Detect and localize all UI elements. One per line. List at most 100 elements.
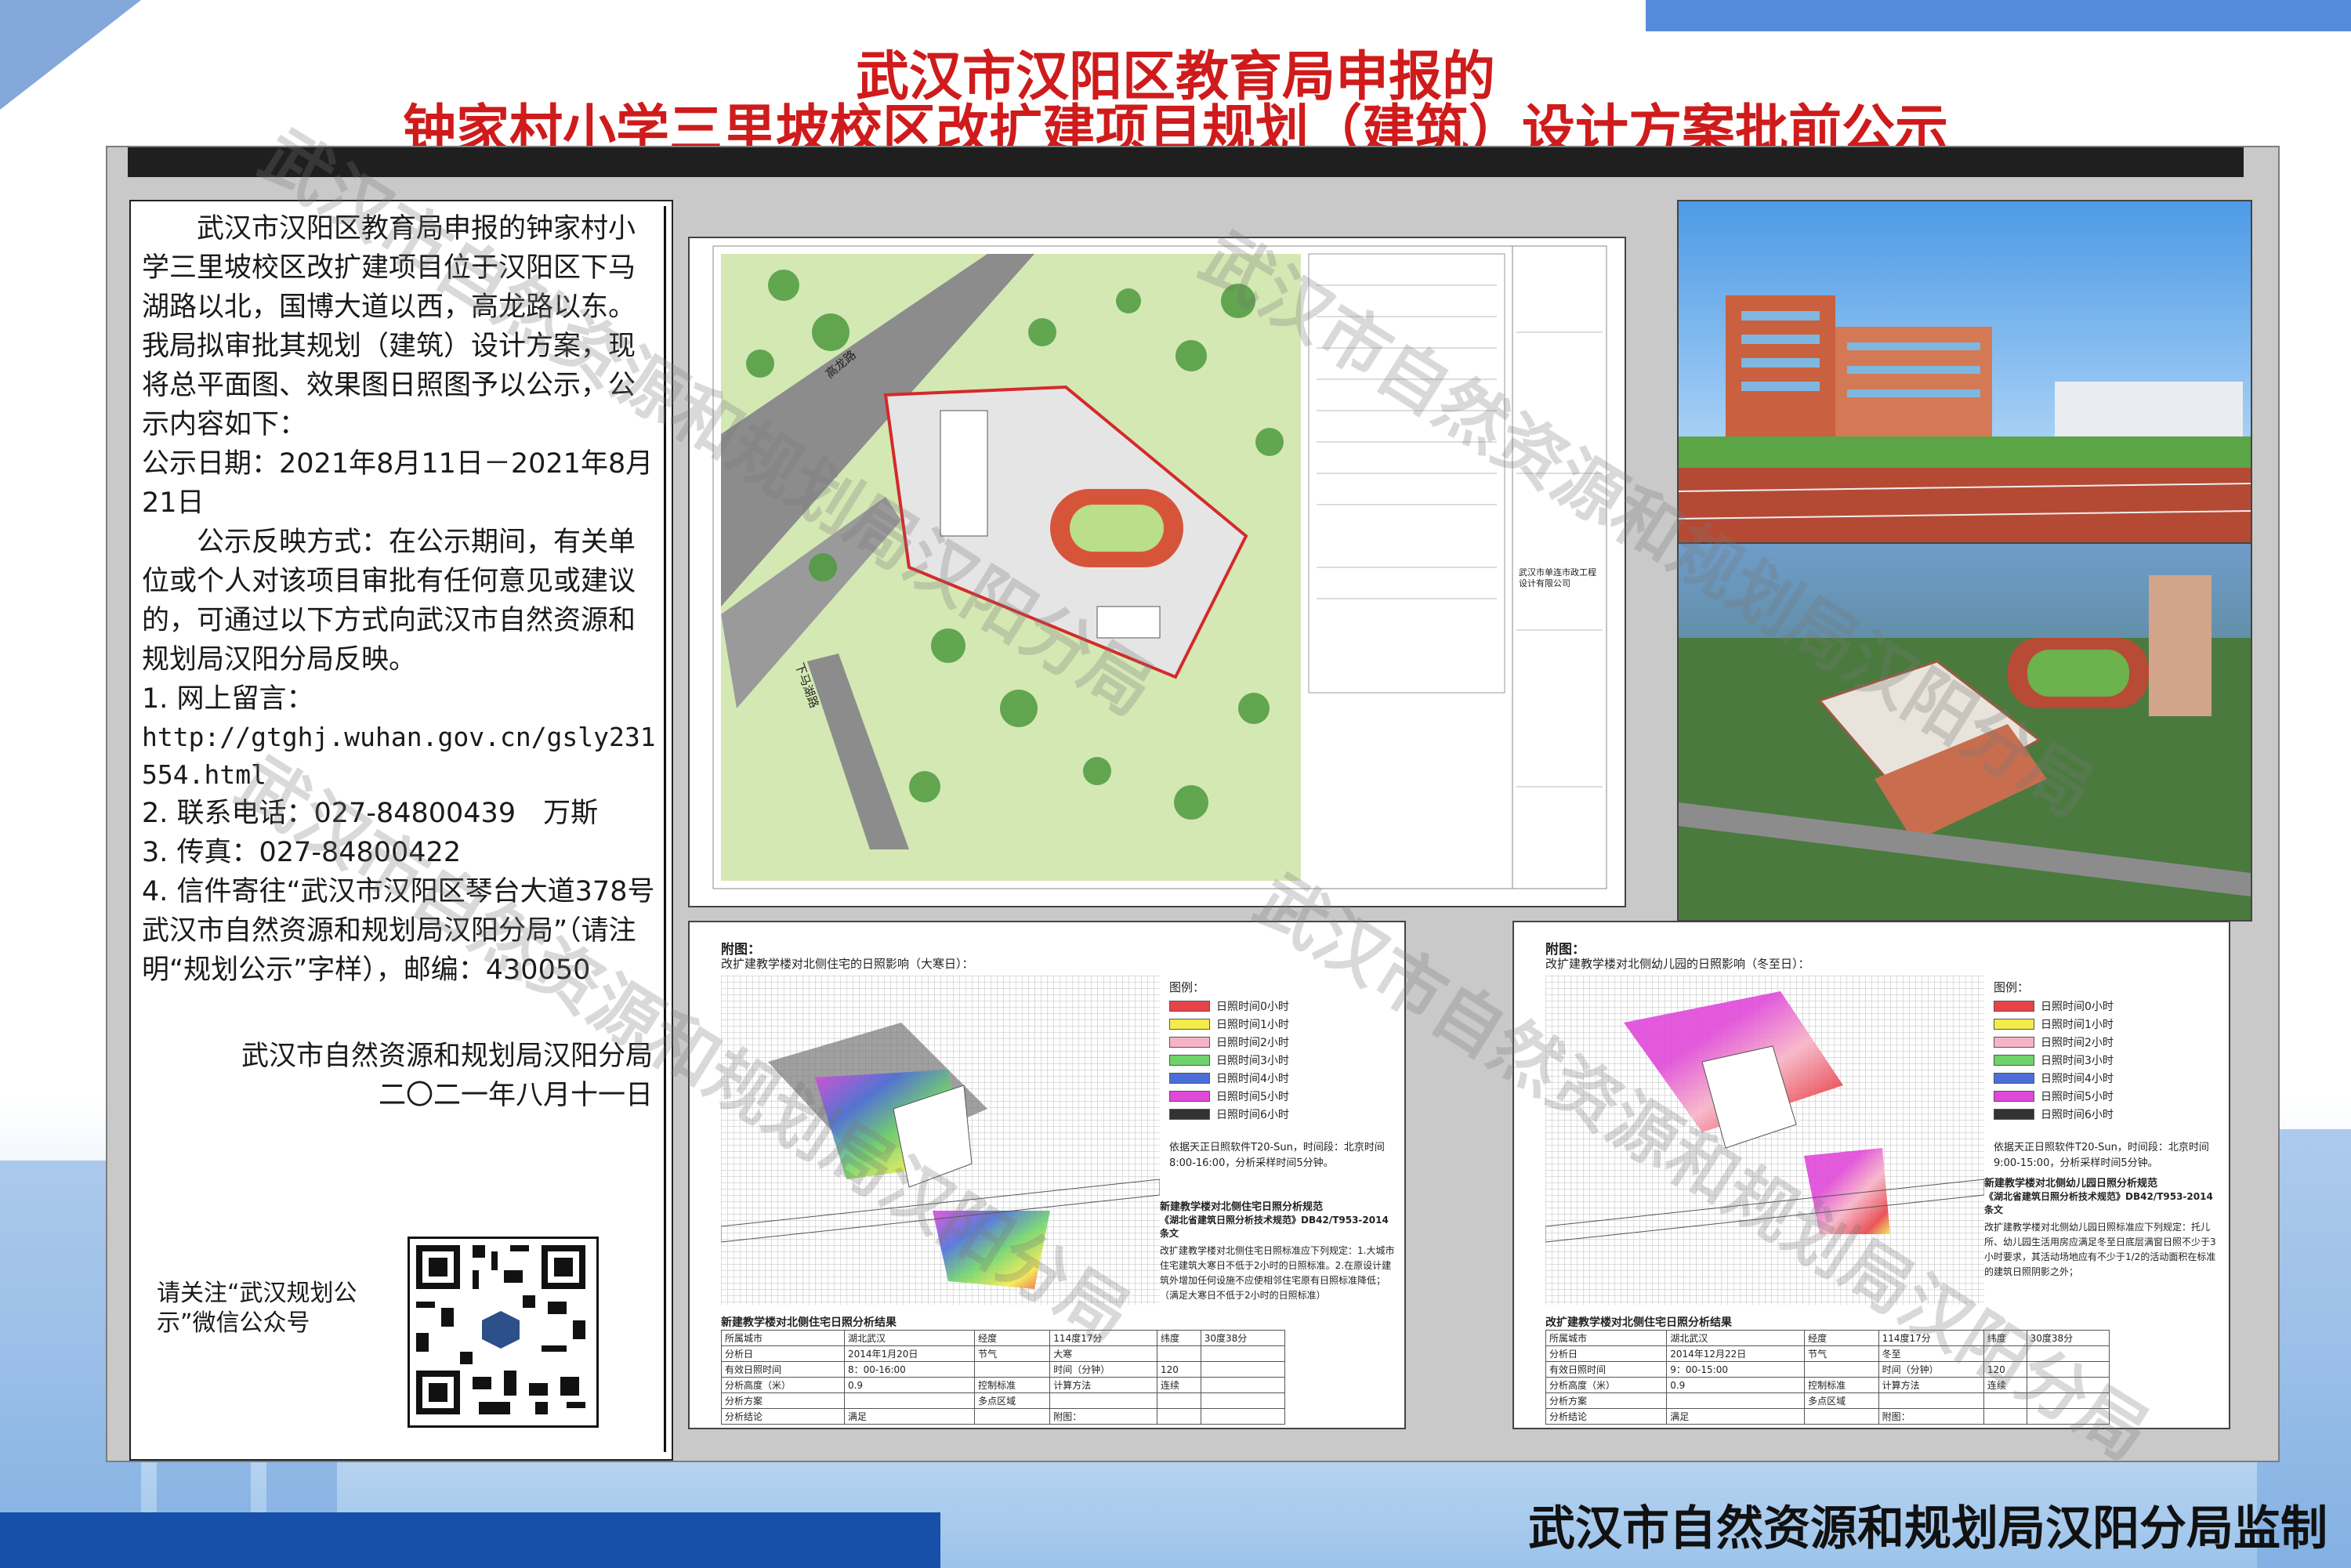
table-cell: [1983, 1345, 2027, 1362]
table-row: 分析高度（米） 0.9 控制标准 计算方法 连续: [721, 1377, 1286, 1393]
table-cell: 附图：: [1049, 1408, 1157, 1425]
sunlight-analysis-winter-kindergarten: 附图： 改扩建教学楼对北侧幼儿园的日照影响（冬至日）： 图例： 日照时间0小时日…: [1512, 921, 2230, 1429]
table-row: 分析结论 满足 附图：: [721, 1408, 1286, 1425]
table-cell: 2014年12月22日: [1666, 1345, 1806, 1362]
table-row: 分析方案 多点区域: [1545, 1392, 2110, 1409]
legend-swatch: [1994, 1019, 2034, 1030]
table-row: 所属城市 湖北武汉 经度 114度17分 纬度 30度38分: [1545, 1330, 2110, 1346]
legend-label: 日照时间3小时: [1216, 1055, 1289, 1067]
notice-feedback: 公示反映方式：在公示期间，有关单位或个人对该项目审批有任何意见或建议的，可通过以…: [142, 527, 636, 675]
table-cell: 湖北武汉: [843, 1330, 976, 1346]
legend-label: 日照时间4小时: [2041, 1073, 2114, 1085]
table-cell: 分析结论: [1545, 1408, 1668, 1425]
table-cell: [2026, 1377, 2110, 1393]
sun1-method: 依据天正日照软件T20-Sun，时间段：北京时间8:00-16:00，分析采样时…: [1169, 1142, 1385, 1169]
sun2-table-title: 改扩建教学楼对北侧住宅日照分析结果: [1545, 1316, 1732, 1329]
legend-swatch: [1169, 1037, 1210, 1048]
table-cell: [1049, 1392, 1157, 1409]
sun2-rule-title: 新建教学楼对北侧幼儿园日照分析规范: [1984, 1178, 2158, 1190]
legend-swatch: [1169, 1091, 1210, 1102]
table-cell: 分析高度（米）: [1545, 1377, 1668, 1393]
table-cell: [2026, 1392, 2110, 1409]
render-front-image: [1678, 201, 2251, 544]
table-cell: [2026, 1361, 2110, 1378]
legend-swatch: [1994, 1109, 2034, 1120]
table-cell: [1804, 1408, 1879, 1425]
school-render-front: [1677, 200, 2252, 545]
bottom-blue-band: [0, 1512, 940, 1568]
table-cell: 时间（分钟）: [1878, 1361, 1984, 1378]
table-cell: 节气: [974, 1345, 1051, 1362]
legend-swatch: [1994, 1055, 2034, 1066]
table-row: 分析高度（米） 0.9 控制标准 计算方法 连续: [1545, 1377, 2110, 1393]
table-cell: [843, 1392, 976, 1409]
table-cell: [1157, 1408, 1201, 1425]
contact-fax: 3. 传真：027-84800422: [142, 837, 462, 868]
table-cell: [1200, 1408, 1286, 1425]
legend-swatch: [1994, 1073, 2034, 1084]
site-plan-drawing: [712, 245, 1607, 889]
notice-intro: 武汉市汉阳区教育局申报的钟家村小学三里坡校区改扩建项目位于汉阳区下马湖路以北，国…: [142, 213, 636, 440]
table-cell: [1157, 1392, 1201, 1409]
table-cell: 2014年1月20日: [843, 1345, 976, 1362]
table-cell: 附图：: [1878, 1408, 1984, 1425]
legend-swatch: [1994, 1037, 2034, 1048]
table-cell: [1200, 1345, 1286, 1362]
sun2-method: 依据天正日照软件T20-Sun，时间段：北京时间9:00-15:00，分析采样时…: [1994, 1142, 2209, 1169]
table-cell: 114度17分: [1878, 1330, 1984, 1346]
table-cell: 0.9: [843, 1377, 976, 1393]
table-cell: [1983, 1408, 2027, 1425]
table-cell: 连续: [1157, 1377, 1201, 1393]
table-cell: 多点区域: [974, 1392, 1051, 1409]
sunlight-analysis-winter-residential: 附图： 改扩建教学楼对北侧住宅的日照影响（大寒日）： 图例： 日照时间0小时 日照…: [688, 921, 1406, 1429]
table-cell: 经度: [974, 1330, 1051, 1346]
table-row: 有效日照时间 9：00-15:00 时间（分钟） 120: [1545, 1361, 2110, 1378]
wechat-qr-code[interactable]: [408, 1237, 599, 1428]
table-cell: 30度38分: [2026, 1330, 2110, 1346]
table-cell: [1200, 1377, 1286, 1393]
sun1-shadow-diagram: [721, 976, 1160, 1305]
table-row: 分析日 2014年1月20日 节气 大寒: [721, 1345, 1286, 1362]
sun1-legend-title: 图例：: [1169, 980, 1205, 994]
sun2-legend-title: 图例：: [1994, 980, 2030, 994]
legend-swatch: [1169, 1055, 1210, 1066]
school-render-aerial: [1677, 542, 2252, 922]
table-cell: 所属城市: [721, 1330, 845, 1346]
sun2-rule-doc: 《湖北省建筑日照分析技术规范》DB42/T953-2014条文: [1984, 1191, 2213, 1215]
legend-swatch: [1994, 1091, 2034, 1102]
legend-swatch: [1169, 1109, 1210, 1120]
table-cell: [2026, 1408, 2110, 1425]
table-cell: [974, 1408, 1051, 1425]
sun1-results-table: 所属城市 湖北武汉 经度 114度17分 纬度 30度38分 分析日 2014年1月20日 节气…: [721, 1330, 1286, 1425]
sun1-rule-doc: 《湖北省建筑日照分析技术规范》DB42/T953-2014条文: [1160, 1215, 1389, 1239]
legend-label: 日照时间0小时: [2041, 1001, 2114, 1013]
table-cell: [1666, 1392, 1806, 1409]
table-cell: 分析方案: [1545, 1392, 1668, 1409]
table-cell: [1200, 1392, 1286, 1409]
table-cell: 计算方法: [1878, 1377, 1984, 1393]
table-cell: 计算方法: [1049, 1377, 1157, 1393]
contact-phone: 2. 联系电话：027-84800439 万斯: [142, 798, 599, 829]
table-cell: 多点区域: [1804, 1392, 1879, 1409]
table-cell: [1878, 1392, 1984, 1409]
notice-date: 公示日期：2021年8月11日－2021年8月21日: [142, 448, 654, 519]
table-cell: 冬至: [1878, 1345, 1984, 1362]
table-cell: 控制标准: [974, 1377, 1051, 1393]
table-cell: 分析结论: [721, 1408, 845, 1425]
table-row: 分析日 2014年12月22日 节气 冬至: [1545, 1345, 2110, 1362]
contact-online-link[interactable]: http://gtghj.wuhan.gov.cn/gsly231554.htm…: [137, 719, 664, 794]
table-cell: 连续: [1983, 1377, 2027, 1393]
table-cell: 湖北武汉: [1666, 1330, 1806, 1346]
table-cell: [2026, 1345, 2110, 1362]
table-cell: 114度17分: [1049, 1330, 1157, 1346]
table-row: 分析结论 满足 附图：: [1545, 1408, 2110, 1425]
table-cell: 30度38分: [1200, 1330, 1286, 1346]
table-cell: 0.9: [1666, 1377, 1806, 1393]
qr-pattern-icon: [410, 1239, 592, 1421]
qr-caption: 请关注“武汉规划公示”微信公众号: [157, 1280, 357, 1337]
design-institute: 武汉市单连市政工程设计有限公司: [1519, 567, 1596, 588]
legend-label: 日照时间6小时: [2041, 1109, 2114, 1121]
legend-swatch: [1169, 1001, 1210, 1012]
table-cell: [974, 1361, 1051, 1378]
legend-label: 日照时间6小时: [1216, 1109, 1289, 1121]
